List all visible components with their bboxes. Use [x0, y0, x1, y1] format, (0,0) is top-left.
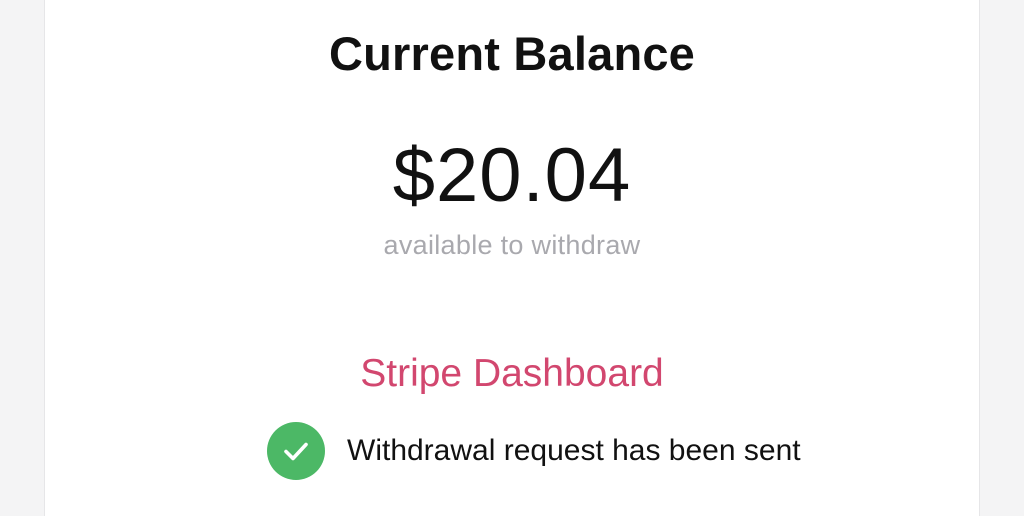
- stripe-dashboard-link[interactable]: Stripe Dashboard: [45, 352, 979, 396]
- withdrawal-status: Withdrawal request has been sent: [267, 422, 801, 480]
- withdrawal-status-message: Withdrawal request has been sent: [347, 434, 801, 467]
- balance-amount: $20.04: [392, 133, 632, 218]
- balance-title: Current Balance: [328, 27, 696, 80]
- checkmark-circle-icon: [267, 422, 325, 480]
- balance-card: Current Balance $20.04 available to with…: [44, 0, 980, 516]
- balance-subtitle: available to withdraw: [383, 230, 641, 260]
